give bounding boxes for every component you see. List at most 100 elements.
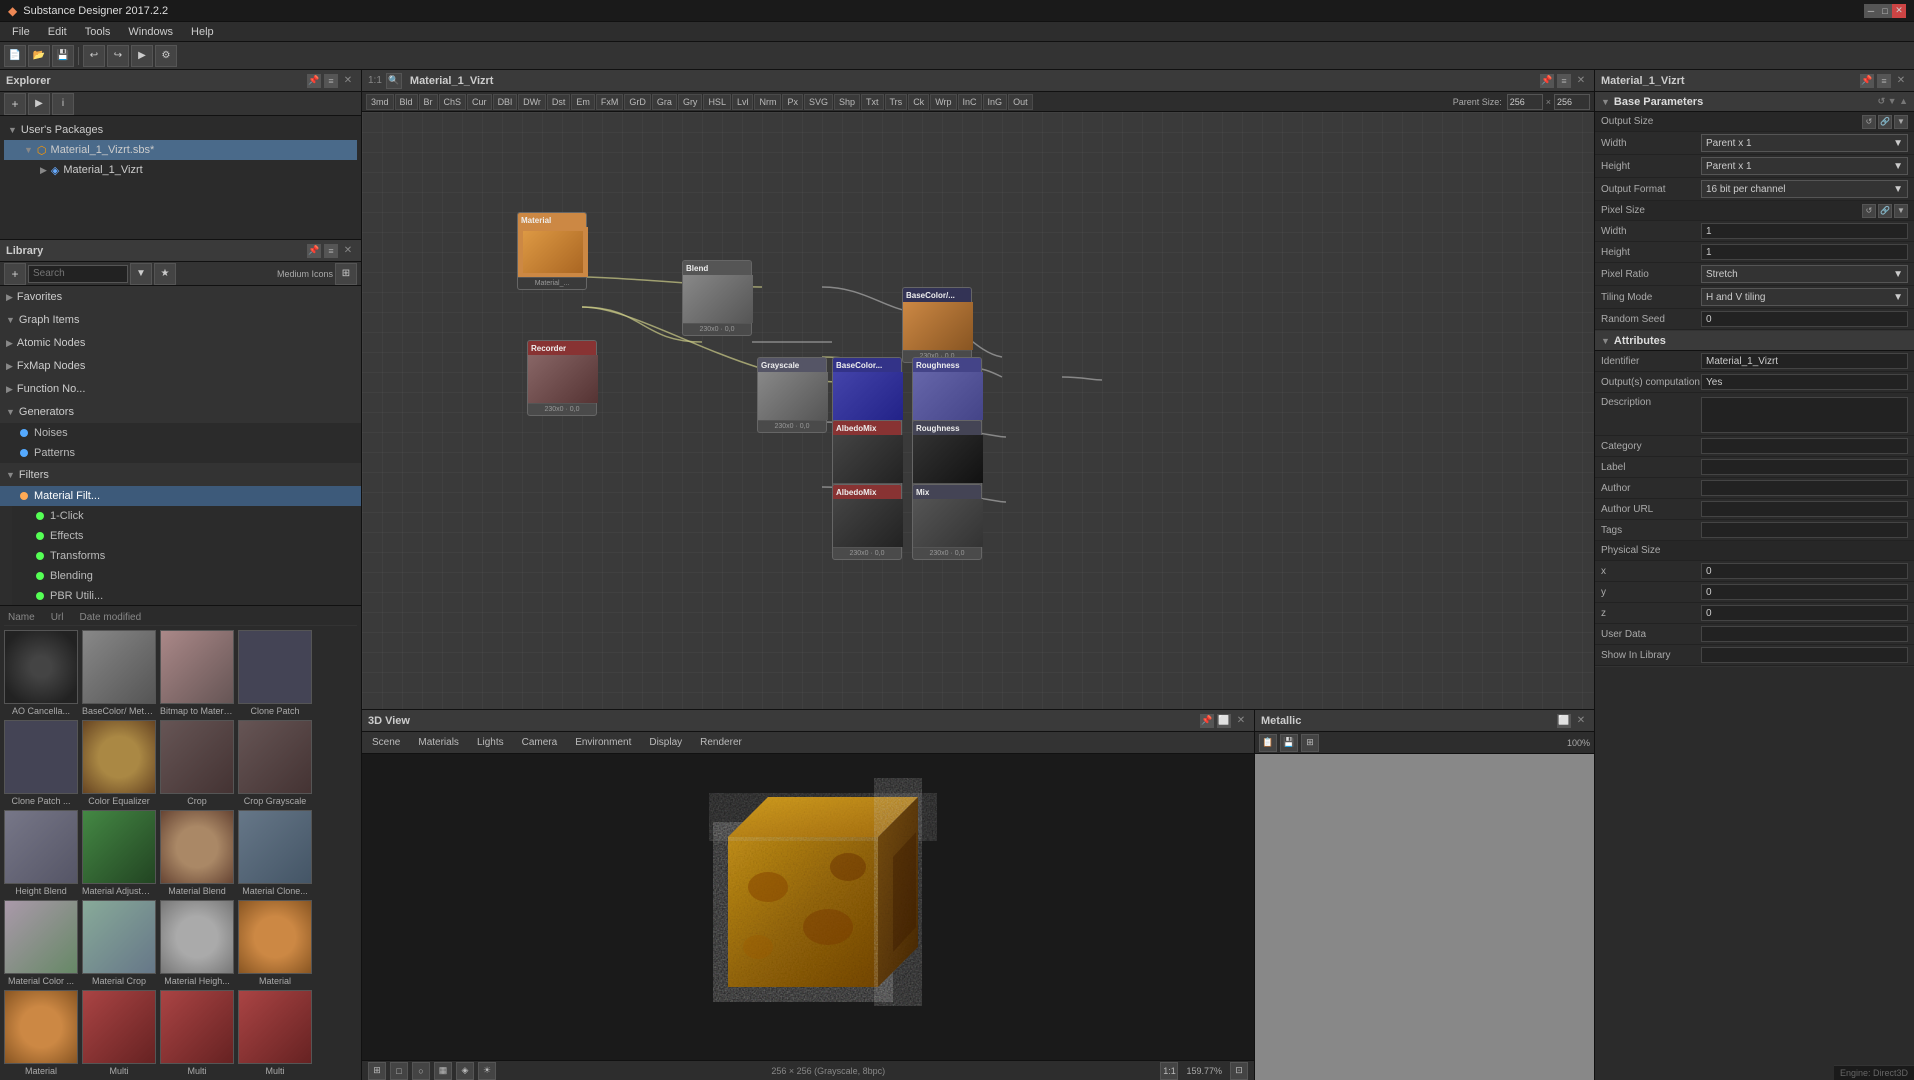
tab-environment[interactable]: Environment — [569, 733, 637, 753]
lib-sec-generators-header[interactable]: ▼ Generators — [0, 401, 361, 423]
node-type-px[interactable]: Px — [782, 94, 803, 110]
graph-canvas[interactable]: Material Material_... Blend 230x0 · 0,0 — [362, 112, 1594, 709]
node-type-svg[interactable]: SVG — [804, 94, 833, 110]
node-grayscale[interactable]: Grayscale 230x0 · 0,0 — [757, 357, 827, 433]
play-button[interactable]: ▶ — [131, 45, 153, 67]
vp-grid-btn[interactable]: ⊞ — [368, 1062, 386, 1080]
tags-val[interactable] — [1701, 522, 1908, 538]
metallic-expand-btn[interactable]: ⬜ — [1557, 714, 1571, 728]
explorer-play-btn[interactable]: ▶ — [28, 93, 50, 115]
attributes-header[interactable]: ▼ Attributes — [1595, 331, 1914, 351]
node-type-ck[interactable]: Ck — [908, 94, 929, 110]
library-add-btn[interactable]: + — [4, 263, 26, 285]
label-val[interactable] — [1701, 459, 1908, 475]
menu-help[interactable]: Help — [183, 22, 222, 42]
explorer-pin-btn[interactable]: 📌 — [307, 74, 321, 88]
output-size-link-btn[interactable]: 🔗 — [1878, 115, 1892, 129]
node-type-grd[interactable]: GrD — [624, 94, 651, 110]
grid-item-10[interactable]: Material Blend — [160, 810, 234, 896]
minimize-button[interactable]: ─ — [1864, 4, 1878, 18]
height-dropdown-1[interactable]: Parent x 1 ▼ — [1701, 157, 1908, 175]
maximize-button[interactable]: □ — [1878, 4, 1892, 18]
base-params-reset[interactable]: ↺ ▼ ▲ — [1878, 96, 1908, 107]
node-type-ing[interactable]: InG — [983, 94, 1008, 110]
save-button[interactable]: 💾 — [52, 45, 74, 67]
vp-quad-btn[interactable]: ▦ — [434, 1062, 452, 1080]
random-seed-val[interactable]: 0 — [1701, 311, 1908, 327]
phys-z-val[interactable]: 0 — [1701, 605, 1908, 621]
node-type-br[interactable]: Br — [419, 94, 438, 110]
explorer-user-packages[interactable]: ▼ User's Packages — [4, 120, 357, 140]
redo-button[interactable]: ↪ — [107, 45, 129, 67]
pixel-ratio-dropdown[interactable]: Stretch ▼ — [1701, 265, 1908, 283]
description-val[interactable] — [1701, 397, 1908, 433]
output-size-reset-btn[interactable]: ↺ — [1862, 115, 1876, 129]
node-type-chs[interactable]: ChS — [439, 94, 467, 110]
tab-scene[interactable]: Scene — [366, 733, 406, 753]
node-type-out[interactable]: Out — [1008, 94, 1033, 110]
node-type-hsl[interactable]: HSL — [703, 94, 731, 110]
lib-sub-transforms[interactable]: Transforms — [12, 546, 361, 566]
viewport-expand-btn[interactable]: ⬜ — [1217, 714, 1231, 728]
menu-file[interactable]: File — [4, 22, 38, 42]
menu-edit[interactable]: Edit — [40, 22, 75, 42]
grid-item-7[interactable]: Crop Grayscale — [238, 720, 312, 806]
metallic-save-btn[interactable]: 💾 — [1280, 734, 1298, 752]
identifier-val[interactable]: Material_1_Vizrt — [1701, 353, 1908, 369]
viewport-pin-btn[interactable]: 📌 — [1200, 714, 1214, 728]
library-close-btn[interactable]: ✕ — [341, 244, 355, 258]
lib-sub-1click[interactable]: 1-Click — [12, 506, 361, 526]
grid-item-12[interactable]: Material Color ... — [4, 900, 78, 986]
node-type-dwr[interactable]: DWr — [518, 94, 546, 110]
grid-item-6[interactable]: Crop — [160, 720, 234, 806]
node-type-bld[interactable]: Bld — [395, 94, 418, 110]
view-btn[interactable]: ⊞ — [335, 263, 357, 285]
search-input[interactable] — [28, 265, 128, 283]
tab-renderer[interactable]: Renderer — [694, 733, 748, 753]
grid-item-16[interactable]: Material — [4, 990, 78, 1076]
node-orange-1[interactable]: Material Material_... — [517, 212, 587, 290]
px-width-val[interactable]: 1 — [1701, 223, 1908, 239]
filter-btn[interactable]: ▼ — [130, 263, 152, 285]
undo-button[interactable]: ↩ — [83, 45, 105, 67]
grid-item-19[interactable]: Multi — [238, 990, 312, 1076]
lib-sub-material-filt[interactable]: Material Filt... — [0, 486, 361, 506]
node-type-dst[interactable]: Dst — [547, 94, 571, 110]
star-btn[interactable]: ★ — [154, 263, 176, 285]
lib-sub-patterns[interactable]: Patterns — [0, 443, 361, 463]
grid-item-18[interactable]: Multi — [160, 990, 234, 1076]
grid-item-0[interactable]: AO Cancella... — [4, 630, 78, 716]
lib-sec-favorites-header[interactable]: ▶ Favorites — [0, 286, 361, 308]
lib-sec-graphitems-header[interactable]: ▼ Graph Items — [0, 309, 361, 331]
node-type-txt[interactable]: Txt — [861, 94, 884, 110]
parent-size-w[interactable] — [1507, 94, 1543, 110]
lib-sec-function-header[interactable]: ▶ Function No... — [0, 378, 361, 400]
vp-ratio-btn[interactable]: 1:1 — [1160, 1062, 1178, 1080]
vp-env-btn[interactable]: ◈ — [456, 1062, 474, 1080]
grid-item-1[interactable]: BaseColor/ Metallic/... — [82, 630, 156, 716]
tab-lights[interactable]: Lights — [471, 733, 510, 753]
grid-item-8[interactable]: Height Blend — [4, 810, 78, 896]
lib-sec-filters-header[interactable]: ▼ Filters — [0, 464, 361, 486]
show-in-library-val[interactable] — [1701, 647, 1908, 663]
node-type-lvl[interactable]: Lvl — [732, 94, 754, 110]
node-type-wrp[interactable]: Wrp — [930, 94, 956, 110]
metallic-copy-btn[interactable]: 📋 — [1259, 734, 1277, 752]
graph-zoom-btn[interactable]: 🔍 — [386, 73, 402, 89]
grid-item-4[interactable]: Clone Patch ... — [4, 720, 78, 806]
library-pin-btn[interactable]: 📌 — [307, 244, 321, 258]
metallic-canvas[interactable] — [1255, 754, 1594, 1080]
lib-sub-noises[interactable]: Noises — [0, 423, 361, 443]
viewport-close-btn[interactable]: ✕ — [1234, 714, 1248, 728]
close-button[interactable]: ✕ — [1892, 4, 1906, 18]
lib-sec-atomicnodes-header[interactable]: ▶ Atomic Nodes — [0, 332, 361, 354]
phys-y-val[interactable]: 0 — [1701, 584, 1908, 600]
vp-cube-btn[interactable]: □ — [390, 1062, 408, 1080]
node-type-3md[interactable]: 3md — [366, 94, 394, 110]
node-recorder[interactable]: Recorder 230x0 · 0,0 — [527, 340, 597, 416]
menu-windows[interactable]: Windows — [120, 22, 181, 42]
grid-item-5[interactable]: Color Equalizer — [82, 720, 156, 806]
open-button[interactable]: 📂 — [28, 45, 50, 67]
explorer-info-btn[interactable]: i — [52, 93, 74, 115]
node-blend-1[interactable]: Blend 230x0 · 0,0 — [682, 260, 752, 336]
